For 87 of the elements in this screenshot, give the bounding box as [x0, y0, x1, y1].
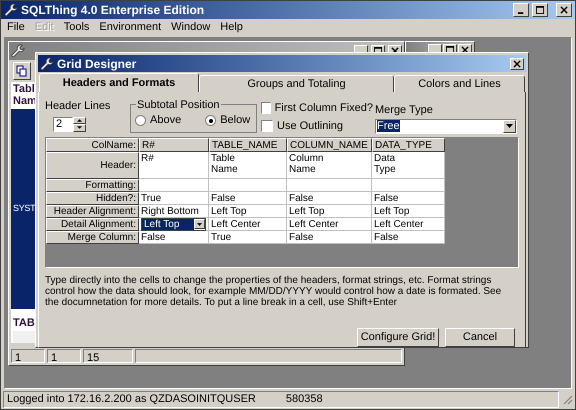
tab[interactable]: Headers and Formats [39, 73, 199, 92]
table-cell[interactable]: Data Type [372, 152, 445, 179]
table-cell[interactable]: COLUMN_NAME [287, 138, 372, 152]
radio-label: Above [150, 113, 182, 128]
close-icon [460, 46, 470, 54]
close-icon [512, 60, 522, 68]
menu-item[interactable]: File [7, 18, 25, 36]
copy-button[interactable] [13, 62, 31, 80]
table-cell[interactable]: False [372, 231, 445, 244]
window-title: SQLThing 4.0 Enterprise Edition [21, 2, 206, 19]
resize-grip-icon [561, 393, 573, 405]
close-button[interactable] [556, 3, 572, 17]
wrench-icon [40, 56, 54, 70]
spin-down-button[interactable] [73, 124, 86, 132]
table-cell[interactable]: True [209, 231, 287, 244]
tab[interactable]: Groups and Totaling [199, 75, 394, 92]
dialog-title: Grid Designer [57, 56, 138, 72]
merge-type-dropdown[interactable]: Free [375, 118, 517, 134]
maximize-button[interactable] [532, 3, 548, 17]
close-button[interactable] [510, 58, 524, 70]
table-cell[interactable]: False [287, 231, 372, 244]
table-cell[interactable]: DATA_TYPE [372, 138, 445, 152]
field-label: Header Lines [45, 99, 112, 114]
checkbox-label: Use Outlining [277, 118, 344, 134]
table-cell[interactable] [287, 179, 372, 192]
status-panel: 15 [83, 349, 133, 363]
table-cell[interactable]: Table Name [209, 152, 287, 179]
row-header: Hidden?: [46, 192, 139, 205]
wrench-icon [11, 44, 25, 58]
menu-item[interactable]: Help [220, 18, 243, 36]
checkbox[interactable] [261, 102, 271, 114]
minimize-button[interactable] [513, 3, 529, 17]
table-cell[interactable]: Left Top [287, 205, 372, 218]
table-cell[interactable]: False [287, 192, 372, 205]
checkbox-label: First Column Fixed? [274, 101, 373, 116]
table-cell[interactable]: Left Top [209, 205, 287, 218]
spin-up-button[interactable] [73, 116, 86, 124]
tab[interactable]: Colors and Lines [394, 75, 525, 92]
table-cell[interactable] [139, 179, 209, 192]
menu-item[interactable]: Environment [99, 18, 162, 36]
table-cell[interactable]: True [139, 192, 209, 205]
dropdown-arrow-icon[interactable] [197, 222, 202, 226]
table-cell[interactable]: Left Top [139, 218, 209, 231]
table-cell[interactable]: False [372, 192, 445, 205]
menu-item[interactable]: Tools [64, 18, 90, 36]
radio-label: Below [220, 113, 250, 128]
radio-button[interactable] [205, 115, 216, 126]
row-header: Formatting: [46, 179, 139, 192]
field-label: Merge Type [375, 103, 434, 118]
row-header: Merge Column: [46, 231, 139, 244]
configure-button[interactable]: Configure Grid! [357, 328, 439, 347]
pane-text: TAB [13, 316, 35, 328]
table-cell[interactable]: Right Bottom [139, 205, 209, 218]
description-text: Type directly into the cells to change the properties of the headers, format strings, etc. Format strings control how the data should look, for example MM/DD/YYYY would control how a date is formated. See the documnetation for more details. To put a line break in a cell, use Shift+Enter [45, 275, 502, 308]
row-header: Header: [46, 152, 139, 179]
table-cell[interactable]: Left Center [209, 218, 287, 231]
menu-item[interactable]: Window [171, 18, 210, 36]
table-cell[interactable]: R# [139, 138, 209, 152]
status-panel: 1 [47, 349, 81, 363]
wrench-icon [4, 3, 18, 17]
status-text: 580358 [286, 392, 323, 407]
table-cell[interactable] [209, 179, 287, 192]
table-cell[interactable]: False [139, 231, 209, 244]
pane-text: SYST [13, 202, 36, 216]
status-panel: 1 [11, 349, 45, 363]
table-cell[interactable]: False [209, 192, 287, 205]
table-cell[interactable]: Column Name [287, 152, 372, 179]
table-cell[interactable]: Left Center [372, 218, 445, 231]
down-arrow-icon [77, 126, 82, 129]
copy-icon [16, 65, 28, 77]
up-arrow-icon [77, 118, 82, 122]
row-header: Header Alignment: [46, 205, 139, 218]
table-cell[interactable]: Left Center [287, 218, 372, 231]
status-text: Logged into 172.16.2.200 as QZDASOINITQUSER [7, 392, 256, 407]
table-cell[interactable]: TABLE_NAME [209, 138, 287, 152]
radio-button[interactable] [135, 115, 146, 126]
cancel-button[interactable]: Cancel [445, 328, 515, 347]
table-cell[interactable]: R# [139, 152, 209, 179]
checkbox[interactable] [261, 120, 273, 132]
close-icon [560, 6, 568, 14]
row-header: ColName: [46, 138, 139, 152]
maximize-icon [536, 6, 544, 14]
pane-text: Tabl [13, 83, 36, 95]
table-cell[interactable] [372, 179, 445, 192]
table-cell[interactable]: Left Top [372, 205, 445, 218]
number-field[interactable]: 2 [53, 116, 73, 132]
row-header: Detail Alignment: [46, 218, 139, 231]
